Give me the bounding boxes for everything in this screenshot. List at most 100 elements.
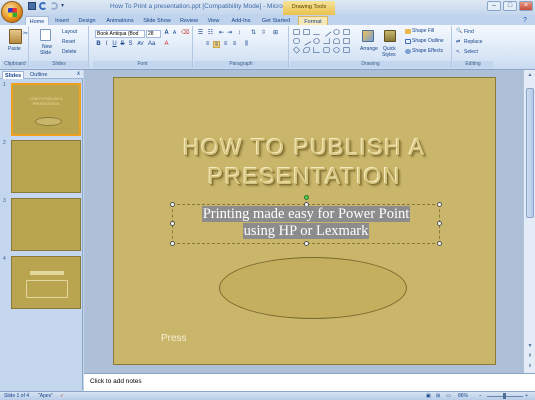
arrange-icon[interactable]: [362, 30, 374, 42]
increase-indent-icon[interactable]: ⇥: [226, 30, 233, 37]
replace-button[interactable]: Replace: [464, 39, 482, 45]
next-slide-icon[interactable]: ⇟: [526, 362, 534, 370]
shrink-font-icon[interactable]: A: [171, 30, 178, 37]
line-shape-icon[interactable]: [313, 29, 320, 35]
rectangle-shape-icon[interactable]: [303, 29, 310, 35]
select-icon[interactable]: ↖: [456, 49, 460, 55]
zoom-slider-knob[interactable]: [503, 393, 506, 399]
find-button[interactable]: Find: [464, 29, 474, 35]
vertical-scrollbar[interactable]: ▲ ▼ ⇞ ⇟: [523, 70, 535, 373]
tab-outline[interactable]: Outline: [28, 71, 49, 79]
prev-slide-icon[interactable]: ⇞: [526, 352, 534, 360]
connector-shape-icon[interactable]: [323, 38, 330, 44]
numbering-icon[interactable]: ☷: [207, 30, 214, 37]
callout-shape-icon[interactable]: [323, 47, 330, 53]
minimize-button[interactable]: –: [487, 1, 501, 11]
shape-outline-button[interactable]: Shape Outline: [412, 38, 444, 44]
paste-icon[interactable]: [9, 29, 22, 44]
align-text-icon[interactable]: ⇳: [260, 30, 267, 37]
justify-icon[interactable]: ≡: [231, 41, 238, 48]
save-icon[interactable]: [28, 2, 36, 10]
underline-icon[interactable]: U: [111, 41, 118, 48]
connector-shape-icon[interactable]: [313, 47, 320, 53]
zoom-out-icon[interactable]: −: [479, 393, 482, 399]
bold-icon[interactable]: B: [95, 41, 102, 48]
align-right-icon[interactable]: ≡: [222, 41, 229, 48]
shape-fill-button[interactable]: Shape Fill: [412, 28, 434, 34]
oval-shape-icon[interactable]: [313, 38, 320, 44]
bullets-icon[interactable]: ☰: [197, 30, 204, 37]
spell-check-icon[interactable]: ✓: [60, 393, 64, 399]
text-direction-icon[interactable]: ⇅: [250, 30, 257, 37]
paste-button[interactable]: Paste: [8, 46, 21, 52]
smiley-shape-icon[interactable]: [333, 47, 340, 53]
shadow-icon[interactable]: S: [127, 41, 134, 48]
office-button[interactable]: [1, 1, 23, 23]
change-case-icon[interactable]: Aa: [148, 41, 155, 48]
find-icon[interactable]: 🔍: [456, 28, 462, 34]
reset-button[interactable]: Reset: [62, 39, 75, 45]
decrease-indent-icon[interactable]: ⇤: [218, 30, 225, 37]
scroll-up-icon[interactable]: ▲: [526, 71, 534, 79]
replace-icon[interactable]: ⇄: [456, 39, 460, 45]
resize-handle[interactable]: [304, 241, 309, 246]
oval-shape-icon[interactable]: [333, 29, 340, 35]
shape-effects-button[interactable]: Shape Effects: [412, 48, 443, 54]
slide-thumbnail-3[interactable]: [11, 198, 81, 251]
undo-icon[interactable]: [39, 2, 47, 10]
columns-icon[interactable]: ⫼: [243, 41, 250, 48]
select-button[interactable]: Select: [464, 49, 478, 55]
rectangle-shape-icon[interactable]: [343, 29, 350, 35]
normal-view-icon[interactable]: ▣: [426, 393, 431, 399]
close-panel-icon[interactable]: x: [77, 71, 80, 77]
slide-show-icon[interactable]: ▭: [446, 393, 451, 399]
rectangle-shape-icon[interactable]: [293, 29, 300, 35]
cut-icon[interactable]: ✂: [23, 30, 28, 37]
delete-button[interactable]: Delete: [62, 49, 76, 55]
scroll-thumb[interactable]: [526, 88, 534, 218]
arrange-button[interactable]: Arrange: [360, 46, 378, 52]
align-left-icon[interactable]: ≡: [204, 41, 211, 48]
notes-pane[interactable]: Click to add notes: [84, 373, 535, 391]
resize-handle[interactable]: [437, 241, 442, 246]
layout-button[interactable]: Layout: [62, 29, 77, 35]
resize-handle[interactable]: [170, 241, 175, 246]
rotate-handle[interactable]: [304, 195, 309, 200]
tab-slides[interactable]: Slides: [2, 71, 25, 79]
arc-shape-icon[interactable]: [333, 38, 340, 44]
italic-icon[interactable]: I: [103, 41, 110, 48]
customize-icon[interactable]: ▾: [61, 2, 66, 10]
subtitle-placeholder[interactable]: Printing made easy for Power Point using…: [170, 195, 442, 246]
new-slide-button-line2[interactable]: Slide: [40, 50, 51, 56]
close-button[interactable]: ×: [519, 1, 533, 11]
redo-icon[interactable]: [50, 2, 58, 10]
leaf-shape-icon[interactable]: [303, 47, 310, 53]
current-slide[interactable]: HOW TO PUBLISH A PRESENTATION Printing m…: [113, 77, 496, 365]
slide-thumbnail-1[interactable]: HOW TO PUBLISH A PRESENTATION: [11, 83, 81, 136]
smartart-icon[interactable]: ⊞: [272, 30, 279, 37]
arrow-shape-icon[interactable]: [321, 27, 332, 37]
zoom-in-icon[interactable]: +: [525, 393, 528, 399]
clear-format-icon[interactable]: ⌫: [181, 30, 189, 37]
rounded-rect-shape-icon[interactable]: [293, 38, 300, 44]
grow-font-icon[interactable]: A: [163, 30, 170, 37]
quick-styles-button-line2[interactable]: Styles: [382, 52, 396, 58]
slide-sorter-icon[interactable]: ⊞: [436, 393, 440, 399]
font-size-combo[interactable]: 28: [146, 30, 161, 38]
rectangle-shape-icon[interactable]: [343, 38, 350, 44]
font-name-combo[interactable]: Book Antiqua (Bod: [95, 30, 145, 38]
press-text[interactable]: Press: [161, 333, 187, 344]
line-spacing-icon[interactable]: ↕: [236, 30, 243, 37]
slide-thumbnail-4[interactable]: [11, 256, 81, 309]
slide-thumbnail-2[interactable]: [11, 140, 81, 193]
font-color-icon[interactable]: A: [163, 41, 170, 48]
quick-styles-icon[interactable]: [384, 30, 396, 42]
diamond-shape-icon[interactable]: [292, 46, 301, 54]
align-center-icon[interactable]: ≡: [213, 41, 220, 48]
maximize-button[interactable]: □: [503, 1, 517, 11]
subtitle-text[interactable]: Printing made easy for Power Point using…: [173, 206, 439, 240]
zoom-level[interactable]: 86%: [458, 393, 468, 399]
slide-title[interactable]: HOW TO PUBLISH A PRESENTATION: [114, 133, 495, 191]
ellipse-shape[interactable]: [219, 257, 407, 319]
shapes-gallery[interactable]: [292, 27, 352, 56]
